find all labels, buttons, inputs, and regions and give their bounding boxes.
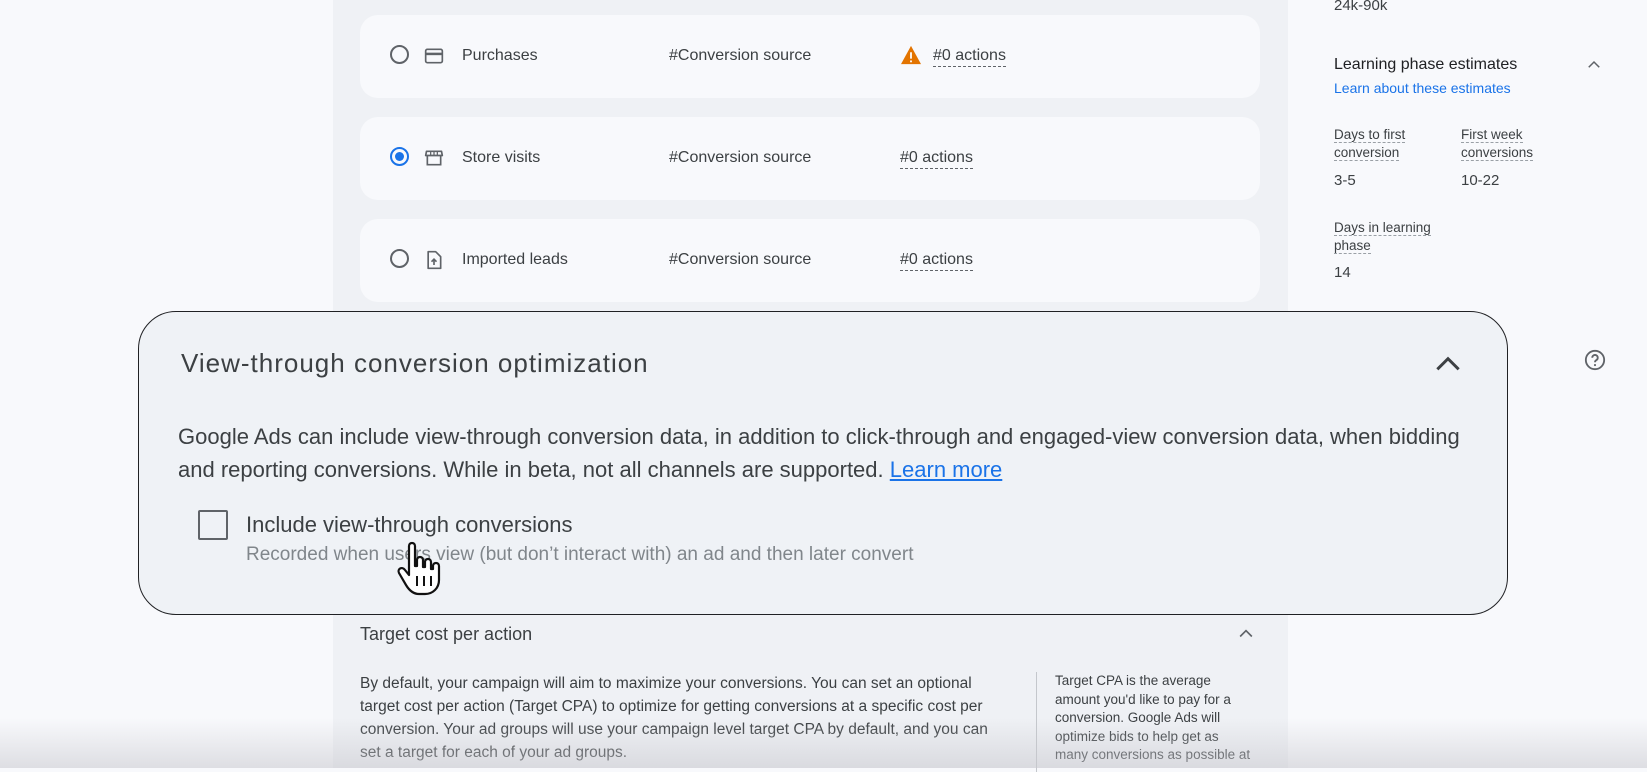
goal-actions-link[interactable]: #0 actions (933, 47, 1006, 67)
learn-estimates-link[interactable]: Learn about these estimates (1334, 80, 1511, 96)
metric-value: 3-5 (1334, 172, 1356, 189)
checkbox-description: Recorded when users view (but don’t inte… (246, 544, 914, 565)
storefront-icon (424, 150, 444, 166)
reach-range: 24k-90k (1334, 0, 1388, 14)
goal-radio[interactable] (390, 45, 409, 64)
conversion-goal-purchases[interactable]: Purchases #Conversion source #0 actions (360, 15, 1260, 98)
conversion-goal-store-visits[interactable]: Store visits #Conversion source #0 actio… (360, 117, 1260, 200)
goal-name: Imported leads (462, 251, 568, 268)
learning-phase-title: Learning phase estimates (1334, 56, 1518, 73)
goal-actions-link[interactable]: #0 actions (900, 251, 973, 271)
upload-file-icon (427, 250, 442, 270)
goal-radio[interactable] (390, 249, 409, 268)
goal-source: #Conversion source (669, 47, 812, 64)
credit-card-icon (424, 48, 444, 64)
warning-icon (901, 45, 921, 65)
metric-label[interactable]: Days to first conversion (1334, 126, 1444, 162)
goal-name: Purchases (462, 47, 538, 64)
view-through-description: Google Ads can include view-through conv… (178, 424, 1460, 482)
include-view-through-checkbox[interactable] (198, 510, 228, 540)
metric-label[interactable]: Days in learning phase (1334, 219, 1444, 255)
metric-label[interactable]: First week conversions (1461, 126, 1571, 162)
metric-value: 14 (1334, 264, 1351, 281)
conversion-goal-imported-leads[interactable]: Imported leads #Conversion source #0 act… (360, 219, 1260, 302)
goal-actions-link[interactable]: #0 actions (900, 149, 973, 169)
goal-radio[interactable] (390, 147, 409, 166)
goal-source: #Conversion source (669, 149, 812, 166)
view-through-title: View-through conversion optimization (181, 348, 649, 378)
chevron-up-icon[interactable] (1236, 624, 1256, 644)
bottom-shade (0, 718, 1647, 768)
learn-more-link[interactable]: Learn more (890, 457, 1003, 482)
chevron-up-icon[interactable] (1432, 348, 1464, 380)
chevron-up-icon[interactable] (1585, 56, 1603, 74)
hand-cursor-icon (397, 541, 441, 596)
metric-value: 10-22 (1461, 172, 1500, 189)
checkbox-label[interactable]: Include view-through conversions (246, 512, 573, 538)
view-through-panel: View-through conversion optimization Goo… (138, 311, 1508, 615)
goal-name: Store visits (462, 149, 541, 166)
goal-source: #Conversion source (669, 251, 812, 268)
help-icon[interactable] (1584, 349, 1606, 371)
target-cpa-title: Target cost per action (360, 624, 533, 644)
